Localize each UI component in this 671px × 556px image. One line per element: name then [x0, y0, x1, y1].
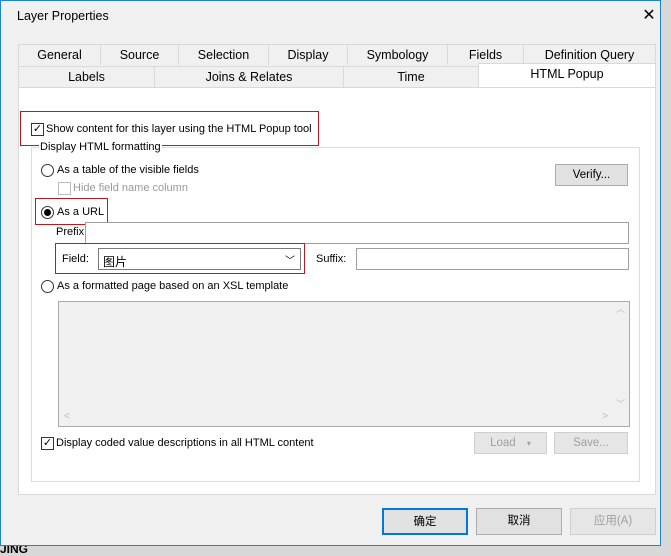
option-xsl-label: As a formatted page based on an XSL temp…: [57, 280, 289, 292]
vertical-scrollbar[interactable]: ︿ ﹀: [612, 302, 629, 410]
hide-field-name-checkbox[interactable]: [58, 182, 71, 195]
option-xsl-radio[interactable]: [41, 280, 54, 293]
tab-definition-query[interactable]: Definition Query: [523, 44, 656, 65]
tab-labels[interactable]: Labels: [18, 66, 155, 87]
show-content-checkbox[interactable]: ✓: [31, 123, 44, 136]
option-url-radio[interactable]: [41, 206, 54, 219]
field-select[interactable]: 图片 ﹀: [98, 248, 301, 270]
tab-joins-relates[interactable]: Joins & Relates: [154, 66, 344, 87]
xsl-template-textarea[interactable]: ︿ ﹀ < >: [58, 301, 630, 427]
verify-button[interactable]: Verify...: [555, 164, 628, 186]
option-table-radio[interactable]: [41, 164, 54, 177]
hide-field-name-label: Hide field name column: [73, 182, 188, 194]
ok-button[interactable]: 确定: [382, 508, 468, 535]
close-icon[interactable]: ✕: [637, 5, 661, 27]
coded-values-checkbox[interactable]: ✓: [41, 437, 54, 450]
load-label: Load: [490, 437, 516, 449]
tab-source[interactable]: Source: [100, 44, 179, 65]
option-table-label: As a table of the visible fields: [57, 164, 199, 176]
coded-values-label: Display coded value descriptions in all …: [56, 437, 314, 449]
tab-fields[interactable]: Fields: [447, 44, 524, 65]
save-button[interactable]: Save...: [554, 432, 628, 454]
apply-button[interactable]: 应用(A): [570, 508, 656, 535]
window-title: Layer Properties: [17, 9, 109, 23]
cancel-button[interactable]: 取消: [476, 508, 562, 535]
tab-time[interactable]: Time: [343, 66, 479, 87]
load-button[interactable]: Load ▾: [474, 432, 547, 454]
tab-html-popup[interactable]: HTML Popup: [478, 63, 656, 87]
show-content-label: Show content for this layer using the HT…: [46, 123, 312, 135]
tab-general[interactable]: General: [18, 44, 101, 65]
prefix-label: Prefix:: [56, 226, 88, 238]
tab-display[interactable]: Display: [268, 44, 348, 65]
chevron-down-icon: ﹀: [285, 256, 295, 267]
horizontal-scrollbar[interactable]: < >: [59, 409, 613, 426]
field-value: 图片: [103, 255, 128, 269]
field-label: Field:: [62, 253, 89, 265]
suffix-label: Suffix:: [316, 253, 347, 265]
suffix-input[interactable]: [356, 248, 629, 270]
group-label: Display HTML formatting: [39, 141, 162, 153]
tab-selection[interactable]: Selection: [178, 44, 269, 65]
layer-properties-dialog: Layer Properties ✕ General Source Select…: [0, 0, 661, 546]
option-url-label: As a URL: [57, 206, 105, 218]
dropdown-arrow-icon: ▾: [526, 439, 531, 448]
tab-symbology[interactable]: Symbology: [347, 44, 448, 65]
prefix-input[interactable]: [85, 222, 629, 244]
